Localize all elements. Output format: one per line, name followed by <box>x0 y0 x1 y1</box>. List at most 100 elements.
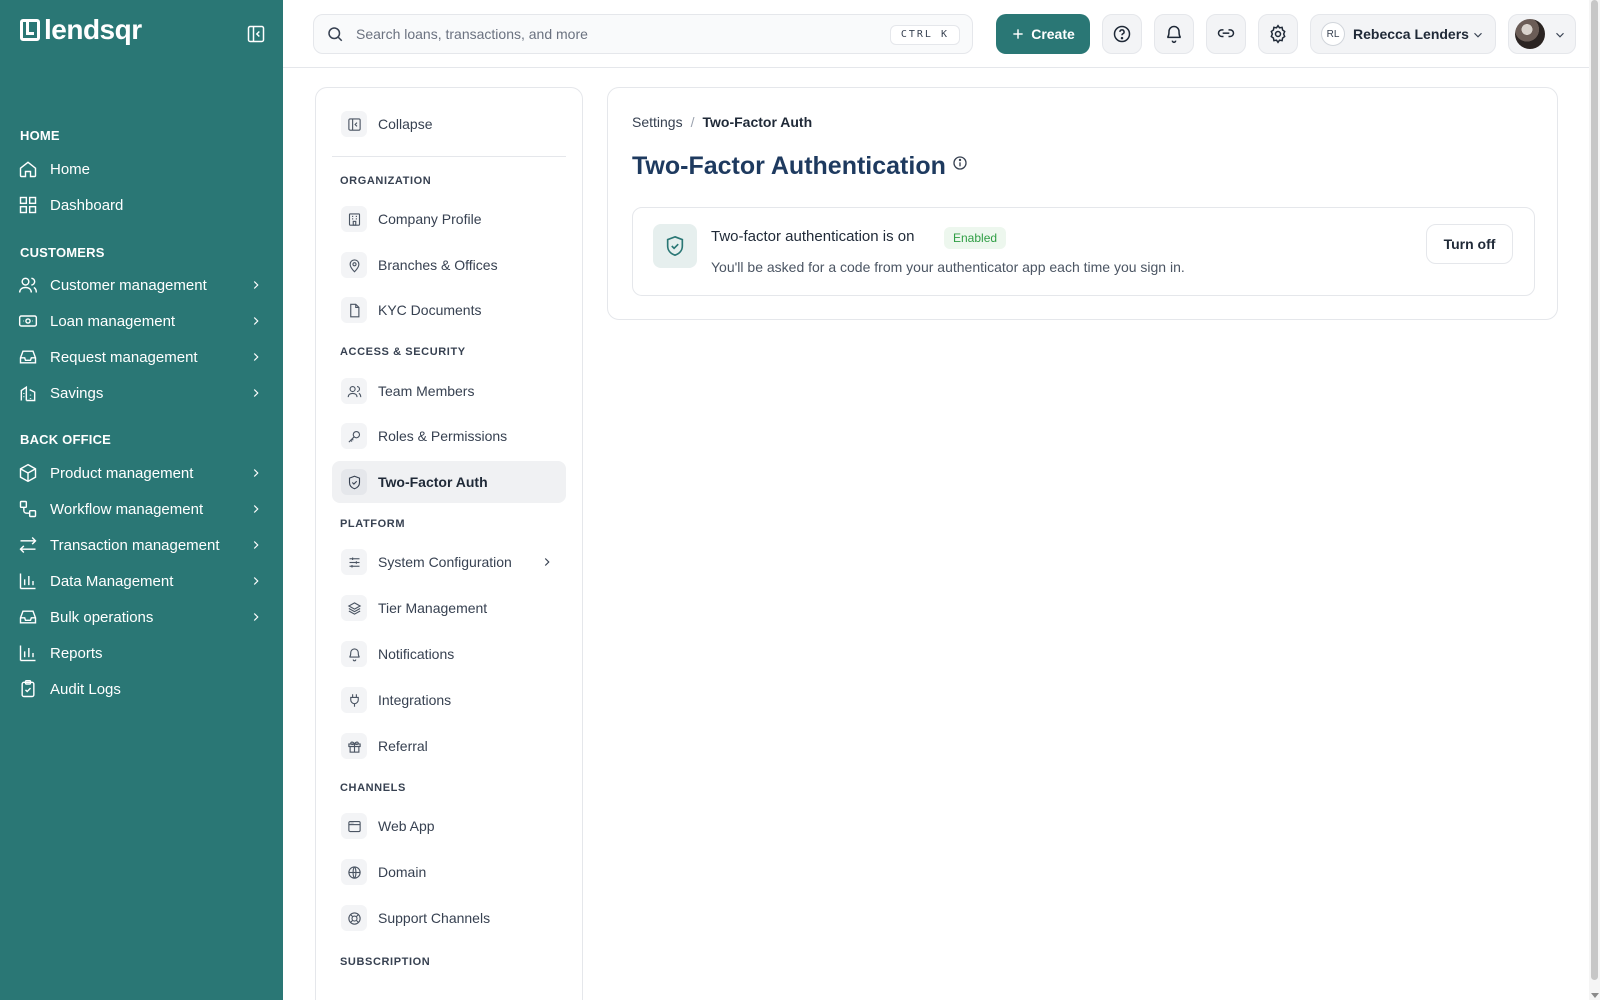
nav-item-customer-management[interactable]: Customer management <box>0 268 283 302</box>
layers-icon <box>347 601 361 615</box>
settings-item-label: KYC Documents <box>378 302 482 318</box>
nav-item-savings[interactable]: Savings <box>0 376 283 410</box>
icon-wrap <box>341 206 367 232</box>
brand-name: lendsqr <box>44 14 142 45</box>
settings-item-roles-permissions[interactable]: Roles & Permissions <box>332 415 566 457</box>
app-sidebar: lendsqr HOME Home Dashboard CUSTOMERS Cu… <box>0 0 283 1000</box>
settings-section-access-security: ACCESS & SECURITY <box>340 346 466 358</box>
account-switcher[interactable]: RL Rebecca Lenders <box>1310 14 1496 54</box>
chevron-right-icon <box>253 281 259 289</box>
nav-item-home[interactable]: Home <box>0 152 283 186</box>
panel-collapse-icon <box>347 117 361 131</box>
help-button[interactable] <box>1102 14 1142 54</box>
icon-wrap <box>341 733 367 759</box>
chevron-right-icon <box>253 353 259 361</box>
settings-section-subscription: SUBSCRIPTION <box>340 956 431 968</box>
clipboard-check-icon <box>21 679 35 698</box>
breadcrumb-settings-link[interactable]: Settings <box>632 114 683 130</box>
chevron-right-icon <box>544 558 550 566</box>
breadcrumb-separator: / <box>690 114 695 130</box>
global-search[interactable]: CTRL K <box>313 14 973 54</box>
icon-wrap <box>341 378 367 404</box>
settings-item-branches-offices[interactable]: Branches & Offices <box>332 244 566 286</box>
nav-item-workflow-management[interactable]: Workflow management <box>0 492 283 526</box>
keyboard-shortcut-hint: CTRL K <box>889 25 960 45</box>
settings-item-domain[interactable]: Domain <box>332 851 566 893</box>
chevron-right-icon <box>253 613 259 621</box>
nav-label: Audit Logs <box>50 680 121 698</box>
help-circle-icon <box>1113 25 1131 43</box>
collapse-icon-wrap <box>341 111 367 137</box>
bell-icon <box>348 647 360 661</box>
settings-item-tier-management[interactable]: Tier Management <box>332 587 566 629</box>
link-button[interactable] <box>1206 14 1246 54</box>
brand-logo[interactable]: lendsqr <box>20 16 142 44</box>
breadcrumb: Settings / Two-Factor Auth <box>632 114 812 130</box>
chevron-down-icon <box>1474 32 1482 38</box>
icon-wrap <box>341 252 367 278</box>
settings-item-team-members[interactable]: Team Members <box>332 370 566 412</box>
settings-button[interactable] <box>1258 14 1298 54</box>
chart-icon <box>19 573 36 590</box>
settings-item-two-factor-auth[interactable]: Two-Factor Auth <box>332 461 566 503</box>
nav-item-bulk-operations[interactable]: Bulk operations <box>0 600 283 634</box>
nav-item-loan-management[interactable]: Loan management <box>0 304 283 338</box>
account-name: Rebecca Lenders <box>1353 26 1469 42</box>
nav-item-reports[interactable]: Reports <box>0 636 283 670</box>
shield-check-icon <box>666 235 684 257</box>
settings-item-notifications[interactable]: Notifications <box>332 633 566 675</box>
icon-wrap <box>341 905 367 931</box>
settings-item-integrations[interactable]: Integrations <box>332 679 566 721</box>
nav-item-product-management[interactable]: Product management <box>0 456 283 490</box>
gift-icon <box>347 740 361 753</box>
icon-wrap <box>341 549 367 575</box>
settings-collapse-button[interactable]: Collapse <box>332 103 566 145</box>
settings-item-system-configuration[interactable]: System Configuration <box>332 541 566 583</box>
nav-item-request-management[interactable]: Request management <box>0 340 283 374</box>
nav-item-audit-logs[interactable]: Audit Logs <box>0 672 283 706</box>
settings-item-support-channels[interactable]: Support Channels <box>332 897 566 939</box>
create-button-label: Create <box>1031 26 1075 42</box>
home-icon <box>19 161 37 178</box>
scroll-down-arrow-icon[interactable] <box>1591 993 1599 998</box>
settings-item-label: Team Members <box>378 383 475 399</box>
settings-item-label: Web App <box>378 818 435 834</box>
search-input[interactable] <box>356 26 856 42</box>
settings-item-label: Tier Management <box>378 600 488 616</box>
settings-item-label: Company Profile <box>378 211 482 227</box>
create-button[interactable]: Create <box>996 14 1090 54</box>
two-factor-status-heading: Two-factor authentication is on <box>711 228 915 245</box>
settings-item-label: Domain <box>378 864 427 880</box>
users-icon <box>18 277 38 293</box>
icon-wrap <box>341 423 367 449</box>
map-pin-icon <box>349 258 359 273</box>
chevron-right-icon <box>253 577 259 585</box>
divider <box>332 156 566 157</box>
nav-label: Reports <box>50 644 103 662</box>
sidebar-collapse-icon[interactable] <box>246 24 266 44</box>
status-icon-wrap <box>653 224 697 268</box>
settings-item-web-app[interactable]: Web App <box>332 805 566 847</box>
icon-wrap <box>341 687 367 713</box>
settings-item-label: Integrations <box>378 692 452 708</box>
settings-item-referral[interactable]: Referral <box>332 725 566 767</box>
two-factor-status-card: Two-factor authentication is on Enabled … <box>632 207 1535 296</box>
nav-item-dashboard[interactable]: Dashboard <box>0 188 283 222</box>
nav-item-transaction-management[interactable]: Transaction management <box>0 528 283 562</box>
info-icon[interactable] <box>952 155 968 171</box>
nav-item-data-management[interactable]: Data Management <box>0 564 283 598</box>
banknote-icon <box>18 315 38 327</box>
settings-item-kyc-documents[interactable]: KYC Documents <box>332 289 566 331</box>
settings-item-company-profile[interactable]: Company Profile <box>332 198 566 240</box>
sliders-icon <box>349 557 359 567</box>
gear-icon <box>1270 24 1286 44</box>
page-scrollbar[interactable] <box>1589 0 1600 1000</box>
plug-icon <box>349 693 359 707</box>
user-menu[interactable] <box>1508 14 1576 54</box>
chevron-right-icon <box>253 317 259 325</box>
turn-off-button[interactable]: Turn off <box>1426 224 1513 264</box>
icon-wrap <box>341 859 367 885</box>
notifications-button[interactable] <box>1154 14 1194 54</box>
nav-label: Request management <box>50 348 198 366</box>
scrollbar-thumb[interactable] <box>1591 0 1598 980</box>
